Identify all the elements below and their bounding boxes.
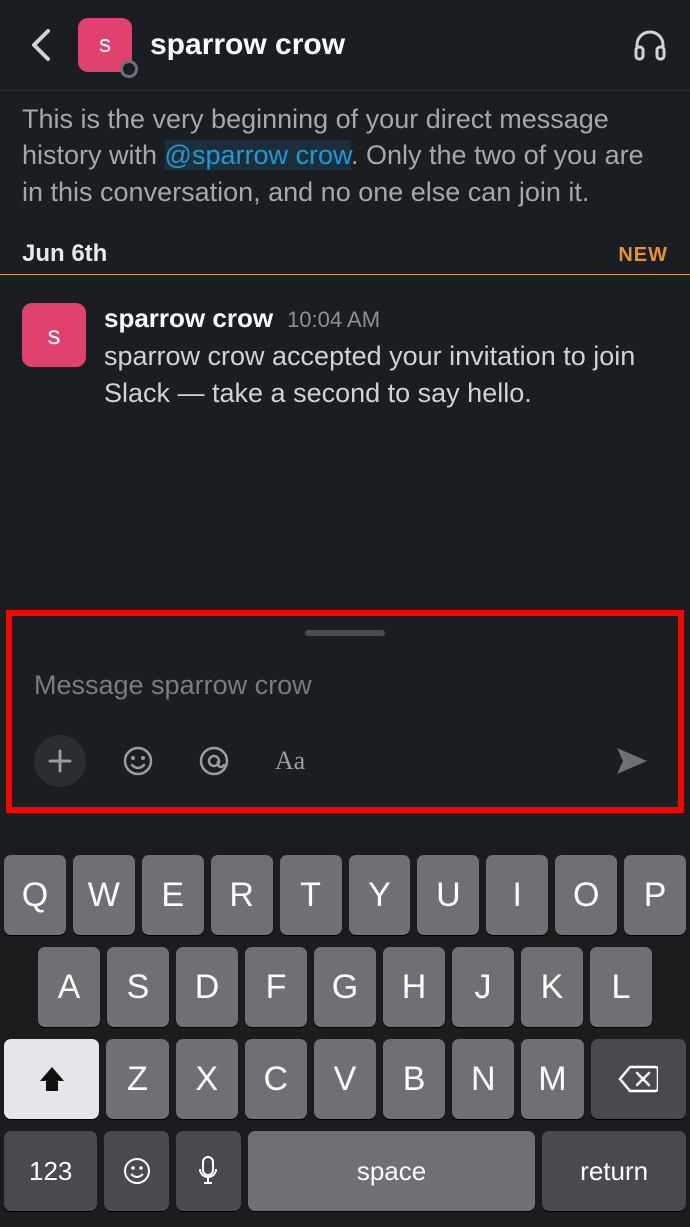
emoji-key[interactable]	[104, 1131, 169, 1211]
header: s sparrow crow	[0, 0, 690, 91]
composer-actions: Aa	[12, 735, 678, 801]
backspace-key[interactable]	[591, 1039, 686, 1119]
attach-button[interactable]	[34, 735, 86, 787]
key-a[interactable]: A	[38, 947, 100, 1027]
message-row[interactable]: s sparrow crow 10:04 AM sparrow crow acc…	[0, 303, 690, 411]
message-time: 10:04 AM	[287, 307, 380, 333]
message-text: sparrow crow accepted your invitation to…	[104, 338, 668, 411]
key-o[interactable]: O	[555, 855, 617, 935]
date-divider: Jun 6th NEW	[0, 240, 690, 274]
avatar-initial: s	[99, 31, 111, 59]
dictation-key[interactable]	[176, 1131, 241, 1211]
emoji-button[interactable]	[114, 737, 162, 785]
key-c[interactable]: C	[245, 1039, 307, 1119]
key-l[interactable]: L	[590, 947, 652, 1027]
key-s[interactable]: S	[107, 947, 169, 1027]
key-n[interactable]: N	[452, 1039, 514, 1119]
conversation-title[interactable]: sparrow crow	[150, 28, 612, 62]
presence-indicator	[120, 60, 138, 78]
key-h[interactable]: H	[383, 947, 445, 1027]
return-key[interactable]: return	[542, 1131, 686, 1211]
key-y[interactable]: Y	[349, 855, 411, 935]
back-button[interactable]	[20, 25, 60, 65]
key-u[interactable]: U	[417, 855, 479, 935]
message-body: sparrow crow 10:04 AM sparrow crow accep…	[104, 303, 668, 411]
key-f[interactable]: F	[245, 947, 307, 1027]
message-input[interactable]: Message sparrow crow	[12, 670, 678, 735]
space-key[interactable]: space	[248, 1131, 535, 1211]
composer-region: Message sparrow crow Aa	[0, 610, 690, 813]
key-j[interactable]: J	[452, 947, 514, 1027]
message-sender[interactable]: sparrow crow	[104, 303, 273, 334]
key-x[interactable]: X	[176, 1039, 238, 1119]
huddle-button[interactable]	[630, 25, 670, 65]
send-button[interactable]	[608, 737, 656, 785]
key-i[interactable]: I	[486, 855, 548, 935]
drag-handle[interactable]	[305, 630, 385, 636]
key-d[interactable]: D	[176, 947, 238, 1027]
keyboard: QWERTYUIOP ASDFGHJKL ZXCVBNM 123 space r…	[0, 847, 690, 1227]
highlight-box: Message sparrow crow Aa	[6, 610, 684, 813]
key-w[interactable]: W	[73, 855, 135, 935]
key-g[interactable]: G	[314, 947, 376, 1027]
mention-button[interactable]	[190, 737, 238, 785]
key-z[interactable]: Z	[106, 1039, 168, 1119]
key-t[interactable]: T	[280, 855, 342, 935]
key-r[interactable]: R	[211, 855, 273, 935]
intro-mention[interactable]: @sparrow crow	[165, 140, 351, 170]
new-badge: NEW	[618, 244, 668, 267]
key-k[interactable]: K	[521, 947, 583, 1027]
key-e[interactable]: E	[142, 855, 204, 935]
shift-key[interactable]	[4, 1039, 99, 1119]
numbers-key[interactable]: 123	[4, 1131, 97, 1211]
format-button[interactable]: Aa	[266, 737, 314, 785]
key-q[interactable]: Q	[4, 855, 66, 935]
key-v[interactable]: V	[314, 1039, 376, 1119]
intro-text: This is the very beginning of your direc…	[0, 91, 690, 240]
key-p[interactable]: P	[624, 855, 686, 935]
header-avatar[interactable]: s	[78, 18, 132, 72]
key-m[interactable]: M	[521, 1039, 583, 1119]
message-avatar[interactable]: s	[22, 303, 86, 367]
date-label: Jun 6th	[22, 240, 107, 268]
key-b[interactable]: B	[383, 1039, 445, 1119]
divider-line	[0, 274, 690, 275]
